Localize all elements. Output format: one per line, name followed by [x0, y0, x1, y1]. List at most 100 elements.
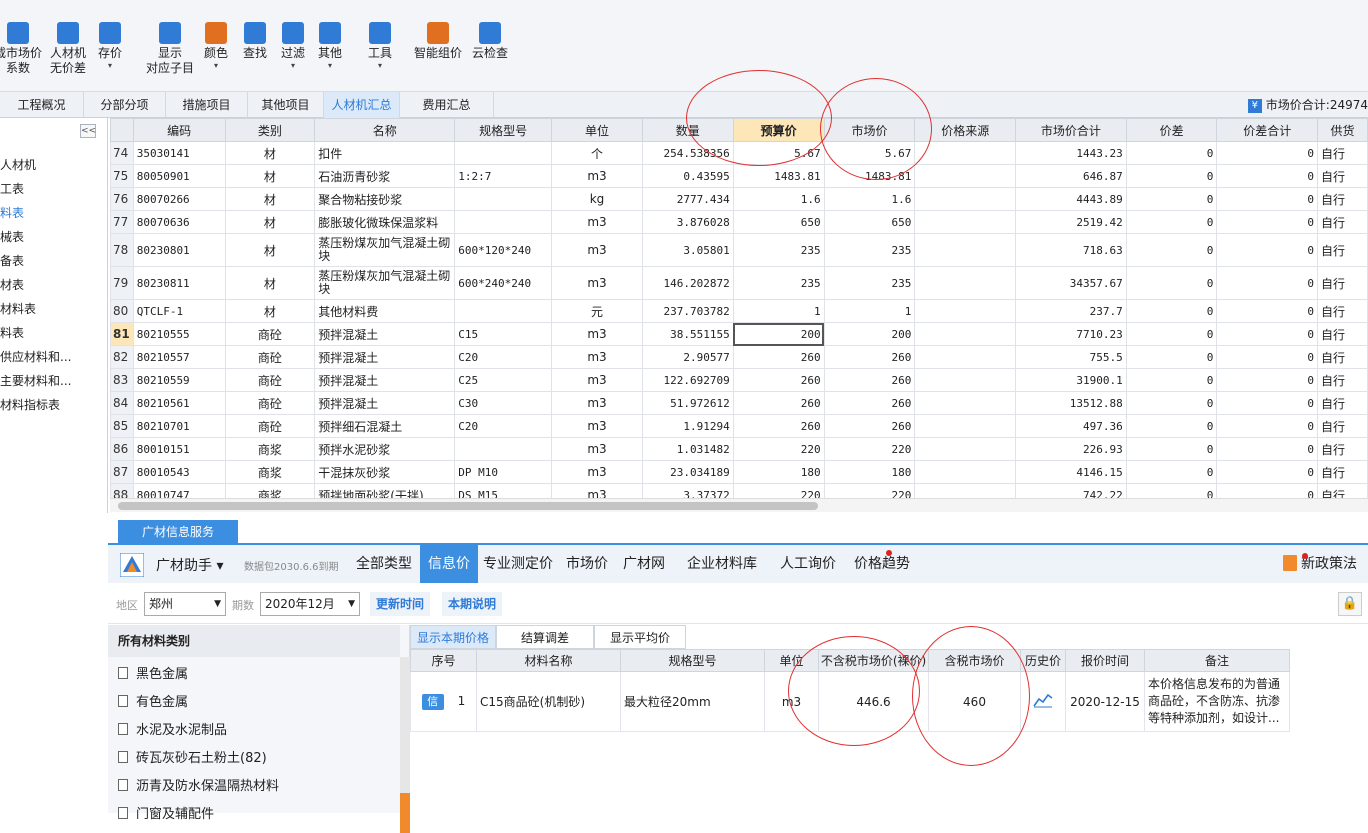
cell-type[interactable]: 商浆 — [224, 460, 316, 484]
cell-type[interactable]: 商砼 — [224, 322, 316, 346]
scrollbar-handle[interactable] — [400, 793, 410, 833]
cell-qty[interactable]: 237.703782 — [641, 299, 734, 323]
cell-price-ex-tax[interactable]: 446.6 — [818, 671, 929, 732]
cell-budget[interactable]: 5.67 — [732, 141, 825, 165]
cell-total[interactable]: 226.93 — [1015, 437, 1127, 461]
cell-qty[interactable]: 23.034189 — [641, 460, 734, 484]
cell-note[interactable]: 本价格信息发布的为普通商品砼，不含防冻、抗渗等特种添加剂，如设计... — [1144, 671, 1290, 732]
region-select[interactable]: 郑州 ▼ — [144, 592, 226, 616]
cell-spec[interactable] — [454, 187, 553, 211]
nav-item[interactable]: 料表 — [0, 204, 108, 221]
cell-type[interactable]: 商砼 — [224, 368, 316, 392]
cell-src[interactable] — [914, 141, 1016, 165]
cell-qty[interactable]: 254.538356 — [641, 141, 734, 165]
cell-market[interactable]: 1 — [823, 299, 916, 323]
cell-unit[interactable]: m3 — [551, 414, 643, 438]
cell-budget[interactable]: 220 — [732, 437, 825, 461]
cell-budget[interactable]: 200 — [732, 322, 825, 346]
cell-spec[interactable] — [454, 141, 553, 165]
service-tab-5[interactable]: 企业材料库 — [687, 545, 757, 583]
cell-supply[interactable]: 自行 — [1317, 164, 1368, 188]
cell-spec[interactable]: DS M15 — [454, 483, 553, 498]
cell-supply[interactable]: 自行 — [1317, 210, 1368, 234]
cell-qty[interactable]: 1.91294 — [641, 414, 734, 438]
table-row[interactable]: 77 80070636 材膨胀玻化微珠保温浆料 m3 3.876028 650 650 251… — [110, 210, 1368, 234]
cell-qty[interactable]: 38.551155 — [641, 322, 734, 346]
cell-difftotal[interactable]: 0 — [1216, 164, 1318, 188]
cell-type[interactable]: 商浆 — [224, 437, 316, 461]
period-explain-button[interactable]: 本期说明 — [442, 592, 503, 616]
cell-type[interactable]: 材 — [224, 266, 316, 300]
cell-name[interactable]: 预拌混凝土 — [314, 345, 456, 369]
cell-unit[interactable]: kg — [551, 187, 643, 211]
price-column-header[interactable]: 材料名称 — [476, 649, 621, 672]
column-header[interactable]: 预算价 — [732, 118, 825, 142]
toolbar-button[interactable]: 查找 — [243, 22, 267, 61]
scrollbar-thumb[interactable] — [118, 502, 818, 510]
cell-qty[interactable]: 3.876028 — [641, 210, 734, 234]
cell-code[interactable]: 80210559 — [132, 368, 226, 392]
cell-market[interactable]: 260 — [823, 368, 916, 392]
cell-qty[interactable]: 122.692709 — [641, 368, 734, 392]
cell-supply[interactable]: 自行 — [1317, 483, 1368, 498]
cell-code[interactable]: 80210701 — [132, 414, 226, 438]
cell-total[interactable]: 237.7 — [1015, 299, 1127, 323]
cell-qty[interactable]: 1.031482 — [641, 437, 734, 461]
new-policy-link[interactable]: 新政策法 — [1283, 545, 1357, 583]
cell-budget[interactable]: 650 — [732, 210, 825, 234]
column-header[interactable]: 市场价 — [823, 118, 916, 142]
cell-type[interactable]: 商浆 — [224, 483, 316, 498]
nav-item[interactable]: 材表 — [0, 276, 108, 293]
cell-name[interactable]: 预拌混凝土 — [314, 322, 456, 346]
cell-src[interactable] — [914, 322, 1016, 346]
toolbar-button[interactable]: 智能组价 — [414, 22, 462, 61]
table-row[interactable]: 81 80210555 商砼 预拌混凝土 C15 m3 38.551155 200 200 771… — [110, 322, 1368, 346]
cell-supply[interactable]: 自行 — [1317, 266, 1368, 300]
cell-spec[interactable]: DP M10 — [454, 460, 553, 484]
cell-diff[interactable]: 0 — [1125, 460, 1218, 484]
cell-name[interactable]: 预拌水泥砂浆 — [314, 437, 456, 461]
cell-difftotal[interactable]: 0 — [1216, 187, 1318, 211]
price-tab-0[interactable]: 显示本期价格 — [410, 625, 496, 649]
cell-market[interactable]: 1.6 — [823, 187, 916, 211]
cell-spec[interactable]: 600*120*240 — [454, 233, 553, 267]
price-column-header[interactable]: 含税市场价 — [928, 649, 1021, 672]
cell-code[interactable]: 80050901 — [132, 164, 226, 188]
nav-item[interactable]: 械表 — [0, 228, 108, 245]
cell-market[interactable]: 235 — [823, 233, 916, 267]
cell-qty[interactable]: 3.05801 — [641, 233, 734, 267]
cell-diff[interactable]: 0 — [1125, 483, 1218, 498]
column-header[interactable]: 市场价合计 — [1015, 118, 1127, 142]
table-row[interactable]: 82 80210557 商砼 预拌混凝土 C20 m3 2.90577 260 260 755.5… — [110, 345, 1368, 369]
cell-total[interactable]: 13512.88 — [1015, 391, 1127, 415]
cell-diff[interactable]: 0 — [1125, 414, 1218, 438]
column-header[interactable]: 类别 — [224, 118, 316, 142]
cell-budget[interactable]: 1 — [732, 299, 825, 323]
cell-name[interactable]: 聚合物粘接砂浆 — [314, 187, 456, 211]
category-item[interactable]: 沥青及防水保温隔热材料 — [118, 775, 279, 794]
cell-diff[interactable]: 0 — [1125, 345, 1218, 369]
nav-item[interactable]: 人材机 — [0, 156, 108, 173]
cell-code[interactable]: 80010747 — [132, 483, 226, 498]
cell-code[interactable]: 80230801 — [132, 233, 226, 267]
cell-budget[interactable]: 260 — [732, 391, 825, 415]
nav-item[interactable]: 材料表 — [0, 300, 108, 317]
cell-diff[interactable]: 0 — [1125, 164, 1218, 188]
cell-difftotal[interactable]: 0 — [1216, 437, 1318, 461]
table-row[interactable]: 75 80050901 材石油沥青砂浆 1:2:7 m3 0.43595 1483.81 14… — [110, 164, 1368, 188]
cell-diff[interactable]: 0 — [1125, 266, 1218, 300]
nav-item[interactable]: 工表 — [0, 180, 108, 197]
cell-spec[interactable]: C30 — [454, 391, 553, 415]
cell-spec[interactable]: 600*240*240 — [454, 266, 553, 300]
cell-supply[interactable]: 自行 — [1317, 460, 1368, 484]
cell-supply[interactable]: 自行 — [1317, 299, 1368, 323]
cell-budget[interactable]: 235 — [732, 233, 825, 267]
table-row[interactable]: 80 QTCLF-1 材其他材料费元 237.703782 1 1 237.7 0 0 自行 — [110, 299, 1368, 323]
cell-supply[interactable]: 自行 — [1317, 322, 1368, 346]
cell-src[interactable] — [914, 210, 1016, 234]
price-tab-1[interactable]: 结算调差 — [496, 625, 594, 649]
column-header[interactable]: 价差 — [1125, 118, 1218, 142]
cell-difftotal[interactable]: 0 — [1216, 460, 1318, 484]
category-item[interactable]: 有色金属 — [118, 691, 188, 710]
cell-src[interactable] — [914, 187, 1016, 211]
